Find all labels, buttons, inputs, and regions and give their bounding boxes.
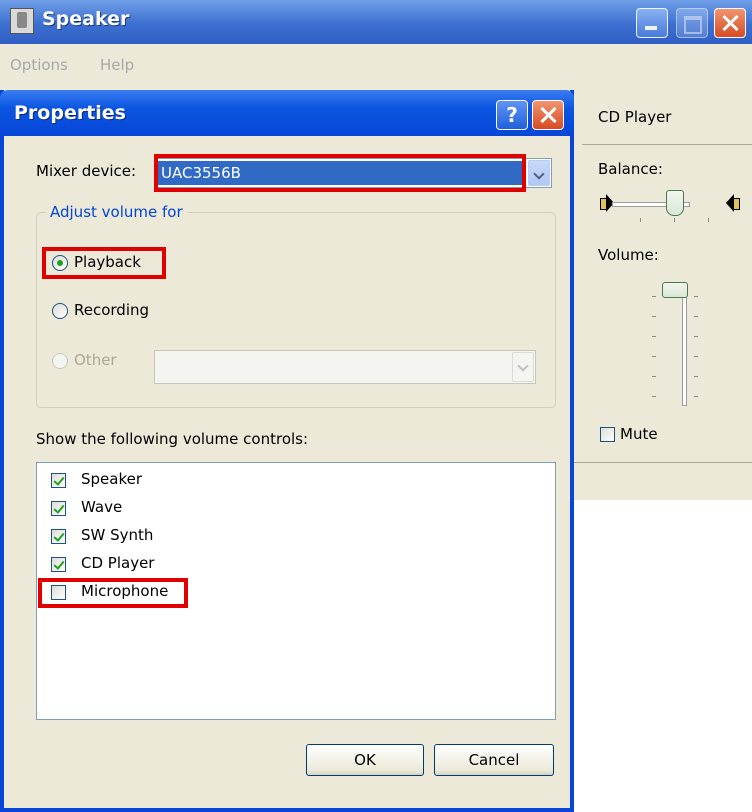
wave-checkbox[interactable] xyxy=(51,501,66,516)
menu-help[interactable]: Help xyxy=(100,56,134,74)
playback-radio[interactable] xyxy=(52,255,68,271)
sw-synth-item-label[interactable]: SW Synth xyxy=(81,526,153,544)
volume-tick xyxy=(694,396,698,397)
mixer-device-label: Mixer device: xyxy=(36,162,137,180)
speaker-window-title: Speaker xyxy=(42,8,130,30)
mute-checkbox[interactable] xyxy=(600,427,615,442)
volume-slider-thumb[interactable] xyxy=(662,282,688,298)
volume-tick xyxy=(652,296,656,297)
volume-tick xyxy=(652,376,656,377)
volume-tick xyxy=(694,296,698,297)
speaker-right-icon xyxy=(726,194,740,212)
volume-tick xyxy=(652,336,656,337)
recording-radio[interactable] xyxy=(52,303,68,319)
balance-tick xyxy=(674,218,675,222)
balance-slider-thumb[interactable] xyxy=(666,190,684,216)
recording-label[interactable]: Recording xyxy=(74,301,149,319)
volume-slider-track[interactable] xyxy=(682,286,687,406)
column-label: CD Player xyxy=(598,108,672,126)
other-radio xyxy=(52,353,68,369)
mute-label: Mute xyxy=(620,425,658,443)
other-device-select xyxy=(154,350,536,384)
chevron-down-icon xyxy=(512,352,534,382)
microphone-item-label[interactable]: Microphone xyxy=(81,582,168,600)
other-label: Other xyxy=(74,351,117,369)
volume-tick xyxy=(694,356,698,357)
balance-tick xyxy=(708,218,709,222)
cd-player-item-label[interactable]: CD Player xyxy=(81,554,154,572)
dialog-close-button[interactable] xyxy=(532,100,564,130)
maximize-button[interactable] xyxy=(676,8,708,38)
cancel-button[interactable]: Cancel xyxy=(434,744,554,776)
adjust-volume-title: Adjust volume for xyxy=(46,203,187,221)
microphone-checkbox[interactable] xyxy=(51,585,66,600)
minimize-button[interactable] xyxy=(636,8,668,38)
cd-player-mixer-column: CD Player Balance: Volume: Mute xyxy=(574,90,752,490)
mixer-device-value: UAC3556B xyxy=(161,164,241,182)
volume-label: Volume: xyxy=(598,246,659,264)
sw-synth-checkbox[interactable] xyxy=(51,529,66,544)
speaker-item-label[interactable]: Speaker xyxy=(81,470,142,488)
panel-bottom-divider xyxy=(574,462,752,463)
speaker-close-button[interactable] xyxy=(714,8,746,38)
volume-tick xyxy=(652,316,656,317)
volume-tick xyxy=(652,396,656,397)
cd-player-checkbox[interactable] xyxy=(51,557,66,572)
dialog-title: Properties xyxy=(14,102,126,124)
volume-controls-list[interactable]: Speaker Wave SW Synth CD Player Micropho… xyxy=(36,462,556,720)
volume-tick xyxy=(694,316,698,317)
playback-label[interactable]: Playback xyxy=(74,253,141,271)
mixer-device-select[interactable]: UAC3556B xyxy=(154,158,552,188)
column-divider xyxy=(582,144,752,145)
speaker-checkbox[interactable] xyxy=(51,473,66,488)
volume-tick xyxy=(694,376,698,377)
wave-item-label[interactable]: Wave xyxy=(81,498,122,516)
menu-options[interactable]: Options xyxy=(10,56,68,74)
speaker-app-icon xyxy=(10,8,34,34)
chevron-down-icon[interactable] xyxy=(528,160,550,186)
help-button[interactable]: ? xyxy=(496,100,528,130)
volume-tick xyxy=(652,356,656,357)
balance-tick xyxy=(640,218,641,222)
volume-tick xyxy=(694,336,698,337)
ok-button[interactable]: OK xyxy=(306,744,424,776)
properties-titlebar: Properties xyxy=(0,90,574,136)
controls-label: Show the following volume controls: xyxy=(36,430,309,448)
balance-label: Balance: xyxy=(598,160,663,178)
